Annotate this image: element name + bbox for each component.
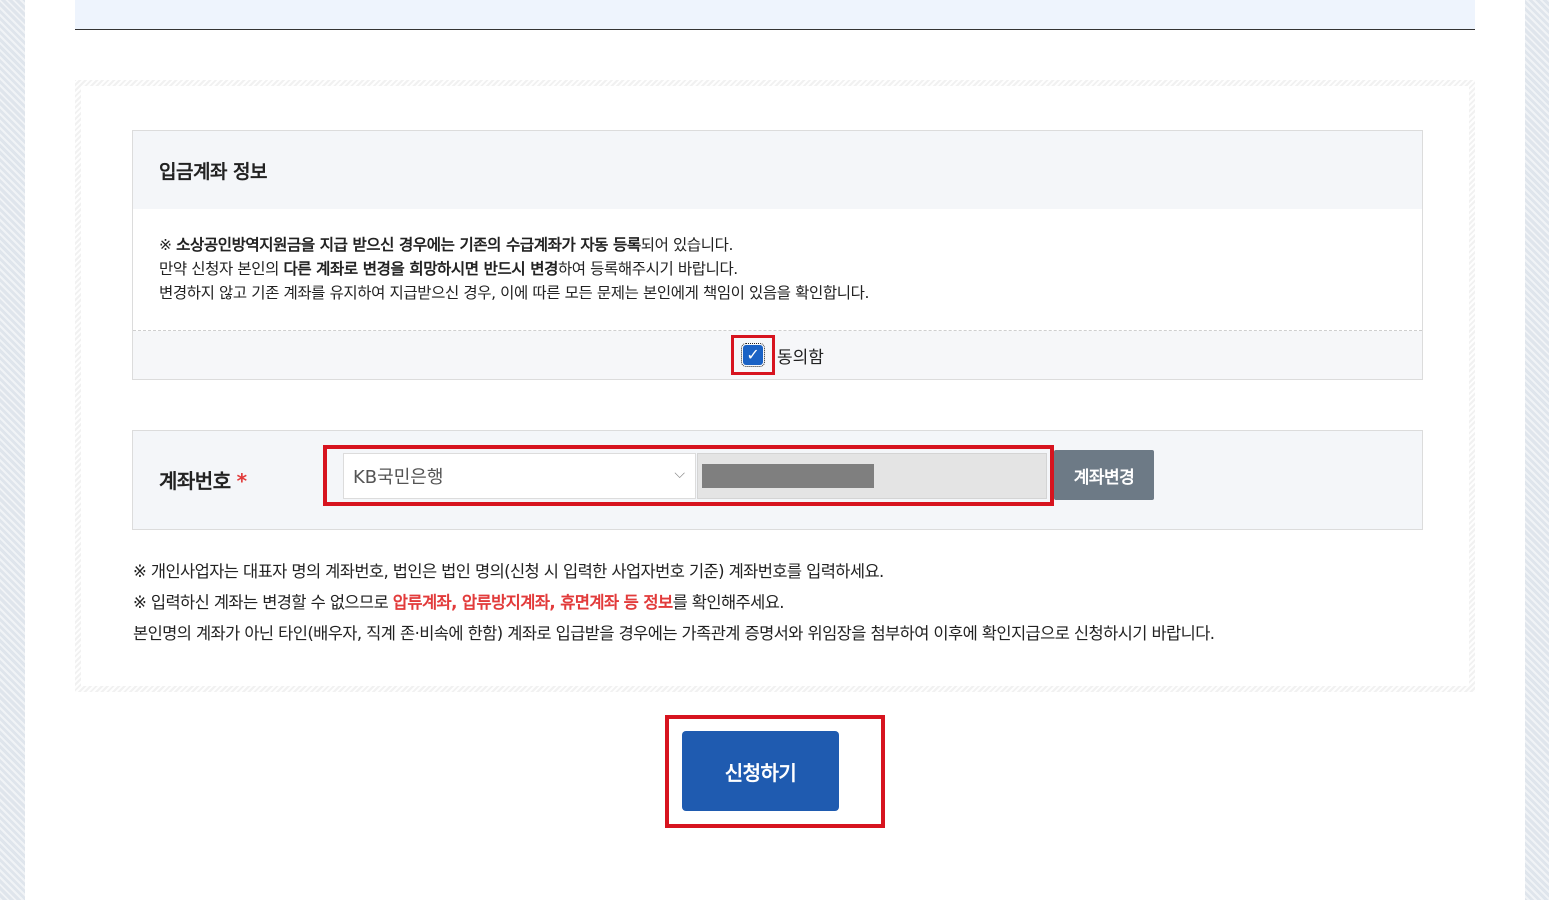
bank-select[interactable]: KB국민은행 ⌵ <box>343 453 696 499</box>
required-mark: * <box>236 469 247 493</box>
notice-line-1-prefix: ※ <box>159 236 177 254</box>
account-number-panel: 계좌번호 * KB국민은행 ⌵ 계좌변경 <box>132 430 1423 530</box>
account-number-label: 계좌번호 * <box>159 465 247 494</box>
notice-line-1-bold: 소상공인방역지원금을 지급 받으신 경우에는 기존의 수급계좌가 자동 등록 <box>176 236 641 254</box>
notice-line-1: ※ 소상공인방역지원금을 지급 받으신 경우에는 기존의 수급계좌가 자동 등록… <box>159 233 1422 257</box>
notice-line-2-prefix: 만약 신청자 본인의 <box>159 260 284 278</box>
notice-line-1-suffix: 되어 있습니다. <box>640 236 734 254</box>
agree-label[interactable]: 동의함 <box>777 343 824 368</box>
note-line-3: 본인명의 계좌가 아닌 타인(배우자, 직계 존·비속에 한함) 계좌로 입급받… <box>133 624 1215 643</box>
note-line-1: ※ 개인사업자는 대표자 명의 계좌번호, 법인은 법인 명의(신청 시 입력한… <box>133 562 884 581</box>
account-input-highlight: KB국민은행 ⌵ <box>323 445 1054 506</box>
change-account-button[interactable]: 계좌변경 <box>1054 450 1154 500</box>
form-outer-box: 입금계좌 정보 ※ 소상공인방역지원금을 지급 받으신 경우에는 기존의 수급계… <box>75 80 1475 692</box>
note-line-2-suffix: 를 확인해주세요. <box>672 593 785 612</box>
deposit-account-info-panel: 입금계좌 정보 ※ 소상공인방역지원금을 지급 받으신 경우에는 기존의 수급계… <box>132 130 1423 380</box>
checkbox-highlight: ✓ <box>731 335 776 375</box>
submit-highlight: 신청하기 <box>665 715 885 828</box>
notice-line-2-suffix: 하여 등록해주시기 바랍니다. <box>557 260 738 278</box>
form-inner: 입금계좌 정보 ※ 소상공인방역지원금을 지급 받으신 경우에는 기존의 수급계… <box>81 86 1469 686</box>
notice-line-2: 만약 신청자 본인의 다른 계좌로 변경을 희망하시면 반드시 변경하여 등록해… <box>159 257 1422 281</box>
account-number-input[interactable] <box>697 453 1047 499</box>
notice-line-2-bold: 다른 계좌로 변경을 희망하시면 반드시 변경 <box>283 260 558 278</box>
notice-line-3: 변경하지 않고 기존 계좌를 유지하여 지급받으신 경우, 이에 따른 모든 문… <box>159 284 869 302</box>
masked-account-number <box>702 464 874 488</box>
check-icon: ✓ <box>746 345 760 364</box>
top-section-band <box>75 0 1475 30</box>
submit-button[interactable]: 신청하기 <box>682 731 839 811</box>
agree-checkbox[interactable]: ✓ <box>741 343 766 367</box>
chevron-down-icon: ⌵ <box>674 466 685 482</box>
bank-select-value: KB국민은행 <box>353 467 444 488</box>
agree-control[interactable]: ✓ 동의함 <box>731 335 824 375</box>
note-line-2-warning: 압류계좌, 압류방지계좌, 휴면계좌 등 정보 <box>392 593 673 612</box>
info-panel-title: 입금계좌 정보 <box>133 131 1422 209</box>
page-container: 입금계좌 정보 ※ 소상공인방역지원금을 지급 받으신 경우에는 기존의 수급계… <box>25 0 1525 900</box>
account-notes: ※ 개인사업자는 대표자 명의 계좌번호, 법인은 법인 명의(신청 시 입력한… <box>133 556 1413 649</box>
account-label-text: 계좌번호 <box>159 469 231 493</box>
info-notice: ※ 소상공인방역지원금을 지급 받으신 경우에는 기존의 수급계좌가 자동 등록… <box>133 209 1422 331</box>
note-line-2-prefix: ※ 입력하신 계좌는 변경할 수 없으므로 <box>133 593 393 612</box>
agree-row: ✓ 동의함 <box>133 331 1422 379</box>
note-line-2: ※ 입력하신 계좌는 변경할 수 없으므로 압류계좌, 압류방지계좌, 휴면계좌… <box>133 587 1413 618</box>
